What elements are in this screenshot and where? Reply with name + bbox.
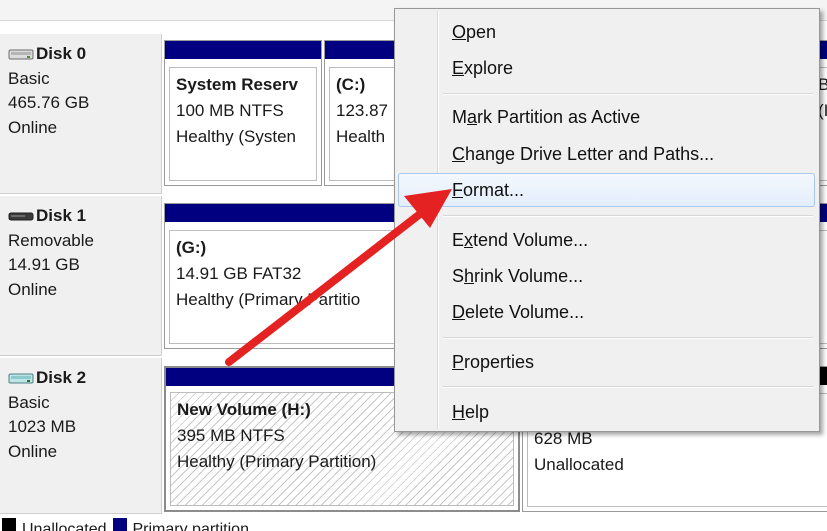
- menu-separator: [443, 337, 813, 339]
- menu-label-accelerator: D: [452, 302, 465, 322]
- menu-item-change-drive-letter[interactable]: Change Drive Letter and Paths...: [398, 137, 815, 171]
- menu-label-accelerator: E: [452, 58, 465, 78]
- menu-label: rk Partition as Active: [477, 107, 641, 127]
- menu-label: M: [452, 107, 467, 127]
- menu-item-properties[interactable]: Properties: [398, 345, 815, 379]
- legend-swatch-primary: [112, 518, 127, 531]
- disk-0-type: Basic: [8, 68, 50, 88]
- hard-disk-icon: [8, 48, 34, 61]
- menu-label: xplore: [464, 58, 514, 78]
- partition-status: Healthy (Systen: [176, 127, 296, 146]
- disk-0-name: Disk 0: [36, 44, 87, 63]
- menu-separator: [443, 93, 813, 95]
- menu-label-accelerator: x: [464, 230, 474, 250]
- disk-2-name: Disk 2: [36, 368, 87, 387]
- disk-2-type: Basic: [8, 392, 50, 412]
- menu-label: elp: [465, 402, 490, 422]
- menu-item-shrink-volume[interactable]: Shrink Volume...: [398, 259, 815, 293]
- menu-label: hange Drive Letter and Paths...: [465, 144, 715, 164]
- partition-status: Healthy (Primary Partition): [177, 452, 377, 471]
- menu-item-extend-volume[interactable]: Extend Volume...: [398, 223, 815, 257]
- disk-2-size: 1023 MB: [8, 417, 77, 436]
- menu-label-accelerator: h: [464, 266, 475, 286]
- menu-separator: [443, 386, 813, 388]
- disk-1-name-row: Disk 1: [8, 204, 161, 229]
- partition-status: Unallocated: [534, 455, 624, 474]
- menu-label: rink Volume...: [474, 266, 584, 286]
- disk-1-type: Removable: [8, 230, 94, 250]
- partition-info: System Reserv 100 MB NTFS Healthy (Syste…: [169, 67, 317, 181]
- menu-label: ormat...: [463, 180, 525, 200]
- disk-2-info[interactable]: Disk 2 Basic 1023 MB Online: [0, 358, 162, 514]
- menu-item-format[interactable]: Format...: [398, 173, 815, 207]
- menu-label-accelerator: O: [452, 22, 467, 42]
- disk-2-name-row: Disk 2: [8, 366, 161, 391]
- menu-item-delete-volume[interactable]: Delete Volume...: [398, 295, 815, 329]
- legend-label-unallocated: Unallocated: [22, 521, 107, 531]
- menu-label-accelerator: a: [467, 107, 478, 127]
- menu-label: S: [452, 266, 465, 286]
- partition-title: System Reserv: [176, 75, 298, 94]
- menu-label-accelerator: C: [452, 144, 465, 164]
- menu-label-accelerator: P: [452, 352, 465, 372]
- disk-1-status: Online: [8, 279, 58, 299]
- disk-1-name: Disk 1: [36, 206, 87, 225]
- removable-disk-icon: [8, 210, 34, 223]
- menu-label: elete Volume...: [465, 302, 585, 322]
- menu-label-accelerator: H: [452, 402, 465, 422]
- disk-2-status: Online: [8, 441, 58, 461]
- menu-label: tend Volume...: [473, 230, 589, 250]
- menu-item-help[interactable]: Help: [398, 395, 815, 429]
- legend-label-primary: Primary partition: [132, 521, 249, 531]
- menu-label: pen: [466, 22, 497, 42]
- primary-partition-bar: [165, 41, 321, 59]
- disk-1-size: 14.91 GB: [8, 255, 80, 274]
- disk-0-status: Online: [8, 117, 58, 137]
- menu-item-mark-active[interactable]: Mark Partition as Active: [398, 100, 815, 134]
- menu-label: roperties: [464, 352, 535, 372]
- menu-separator: [443, 215, 813, 217]
- menu-label-accelerator: F: [452, 180, 463, 200]
- legend-swatch-unallocated: [2, 518, 16, 531]
- partition-size: 100 MB NTFS: [176, 101, 284, 120]
- menu-item-explore[interactable]: Explore: [398, 51, 815, 85]
- menu-item-open[interactable]: Open: [398, 15, 815, 49]
- menu-label: E: [452, 230, 465, 250]
- disk-0-size: 465.76 GB: [8, 93, 90, 112]
- hard-disk-icon: [8, 372, 34, 385]
- disk-0-name-row: Disk 0: [8, 42, 161, 67]
- disk-1-info[interactable]: Disk 1 Removable 14.91 GB Online: [0, 196, 162, 356]
- partition-system-reserved[interactable]: System Reserv 100 MB NTFS Healthy (Syste…: [164, 40, 322, 186]
- disk-0-info[interactable]: Disk 0 Basic 465.76 GB Online: [0, 34, 162, 194]
- legend: Unallocated Primary partition: [0, 518, 827, 531]
- context-menu: Open Explore Mark Partition as Active Ch…: [394, 8, 820, 432]
